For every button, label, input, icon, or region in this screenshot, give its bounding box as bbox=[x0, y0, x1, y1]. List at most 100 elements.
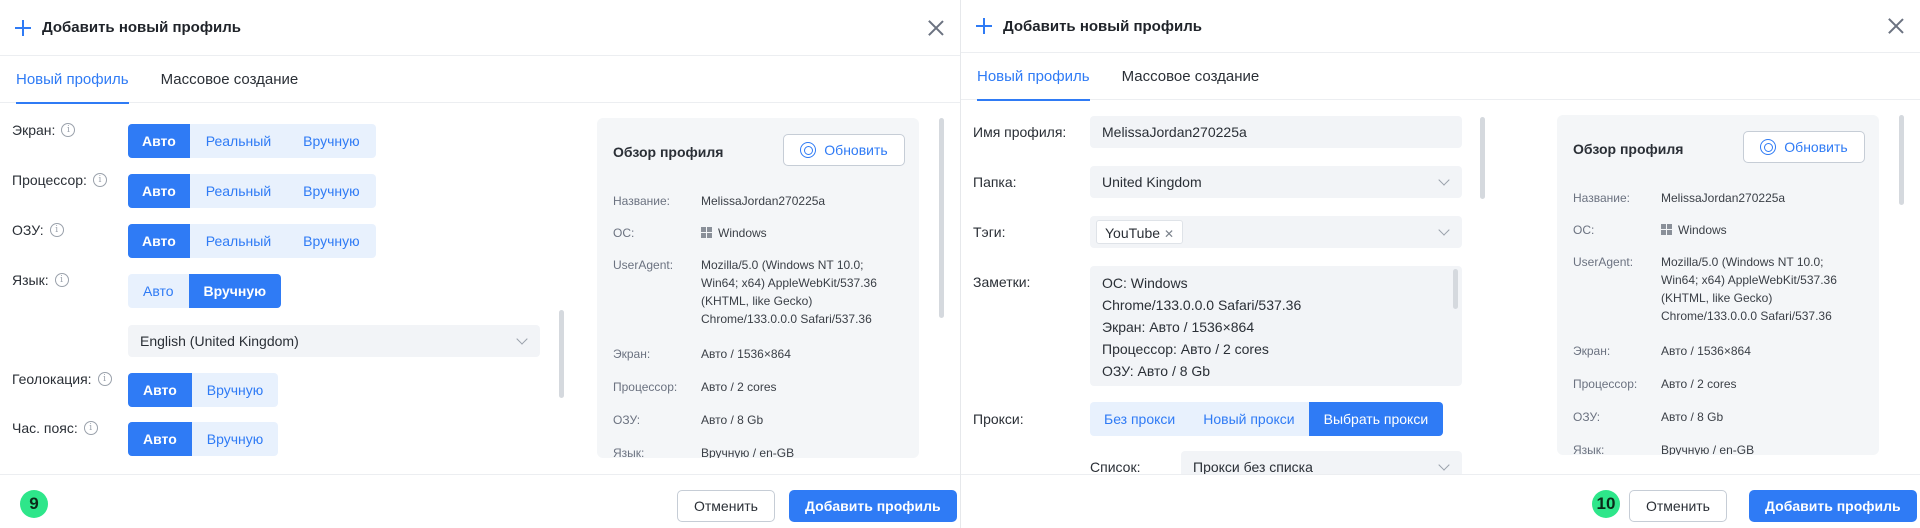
add-profile-button[interactable]: Добавить профиль bbox=[789, 490, 957, 522]
overview-value: Авто / 2 cores bbox=[701, 380, 777, 394]
refresh-button[interactable]: Обновить bbox=[783, 134, 905, 166]
ram-manual-option[interactable]: Вручную bbox=[287, 224, 376, 258]
overview-key: Процессор: bbox=[613, 380, 678, 394]
tab-bar: Новый профиль Массовое создание bbox=[0, 56, 960, 104]
close-icon[interactable] bbox=[926, 18, 946, 38]
info-icon[interactable]: i bbox=[61, 123, 76, 137]
list-label: Список: bbox=[1090, 459, 1141, 474]
proxy-list-select[interactable]: Прокси без списка bbox=[1181, 451, 1462, 474]
timezone-label: Час. пояс: bbox=[12, 420, 78, 436]
folder-select[interactable]: United Kingdom bbox=[1090, 166, 1462, 198]
tab-new-profile[interactable]: Новый профиль bbox=[16, 56, 129, 104]
info-icon[interactable]: i bbox=[92, 173, 107, 187]
language-manual-option[interactable]: Вручную bbox=[188, 274, 282, 308]
proxy-new-option[interactable]: Новый прокси bbox=[1189, 402, 1308, 436]
row-timezone: Час. пояс: i bbox=[12, 420, 98, 436]
timezone-manual-option[interactable]: Вручную bbox=[192, 422, 279, 456]
cpu-auto-option[interactable]: Авто bbox=[128, 174, 190, 208]
screen-manual-option[interactable]: Вручную bbox=[287, 124, 376, 158]
screen-real-option[interactable]: Реальный bbox=[190, 124, 287, 158]
info-icon[interactable]: i bbox=[54, 273, 69, 287]
cpu-segmented: Авто Реальный Вручную bbox=[128, 174, 376, 208]
notes-line: Chrome/133.0.0.0 Safari/537.36 bbox=[1102, 297, 1302, 313]
profile-name-input[interactable]: MelissaJordan270225a bbox=[1090, 116, 1462, 148]
proxy-none-option[interactable]: Без прокси bbox=[1090, 402, 1189, 436]
close-icon[interactable] bbox=[1886, 16, 1906, 36]
overview-key: Название: bbox=[1573, 191, 1630, 205]
tab-bulk-create[interactable]: Массовое создание bbox=[161, 56, 299, 103]
chevron-down-icon bbox=[1438, 174, 1450, 186]
overview-key: UserAgent: bbox=[1573, 255, 1634, 269]
remove-tag-icon[interactable]: ✕ bbox=[1164, 227, 1174, 241]
cancel-button[interactable]: Отменить bbox=[1629, 490, 1727, 522]
ram-auto-option[interactable]: Авто bbox=[128, 224, 190, 258]
screen-segmented: Авто Реальный Вручную bbox=[128, 124, 376, 158]
folder-value: United Kingdom bbox=[1102, 174, 1202, 190]
cpu-real-option[interactable]: Реальный bbox=[190, 174, 287, 208]
proxy-label: Прокси: bbox=[973, 411, 1024, 427]
geolocation-manual-option[interactable]: Вручную bbox=[192, 373, 279, 407]
add-profile-button[interactable]: Добавить профиль bbox=[1749, 490, 1917, 522]
timezone-segmented: Авто Вручную bbox=[128, 422, 279, 456]
overview-value: Вручную / en-GB bbox=[701, 446, 795, 458]
overview-title: Обзор профиля bbox=[613, 144, 724, 160]
overview-value: Вручную / en-GB bbox=[1661, 443, 1755, 455]
notes-scrollbar[interactable] bbox=[1453, 269, 1458, 309]
dialog-title: Добавить новый профиль bbox=[1003, 17, 1202, 35]
ram-segmented: Авто Реальный Вручную bbox=[128, 224, 376, 258]
overview-key: Экран: bbox=[1573, 344, 1611, 358]
step-badge: 9 bbox=[20, 490, 48, 518]
plus-icon bbox=[975, 17, 993, 35]
overview-value: Авто / 8 Gb bbox=[1661, 410, 1724, 424]
chevron-down-icon bbox=[1438, 459, 1450, 471]
row-screen: Экран: i bbox=[12, 122, 76, 138]
notes-label: Заметки: bbox=[973, 274, 1031, 290]
notes-textarea[interactable]: ОС: Windows Chrome/133.0.0.0 Safari/537.… bbox=[1090, 266, 1462, 386]
profile-name-label: Имя профиля: bbox=[973, 124, 1067, 140]
overview-key: ОС: bbox=[613, 226, 635, 240]
plus-icon bbox=[14, 19, 32, 37]
tags-select[interactable]: YouTube ✕ bbox=[1090, 216, 1462, 248]
overview-key: Экран: bbox=[613, 347, 651, 361]
chevron-down-icon bbox=[516, 333, 528, 345]
overview-key: Название: bbox=[613, 194, 670, 208]
language-select[interactable]: English (United Kingdom) bbox=[128, 325, 540, 357]
dialog-header: Добавить новый профиль bbox=[0, 0, 960, 56]
chevron-down-icon bbox=[1438, 224, 1450, 236]
tab-bulk-create[interactable]: Массовое создание bbox=[1122, 53, 1260, 100]
overview-value: Mozilla/5.0 (Windows NT 10.0; Win64; x64… bbox=[1661, 255, 1837, 323]
proxy-choose-option[interactable]: Выбрать прокси bbox=[1308, 402, 1444, 436]
ram-real-option[interactable]: Реальный bbox=[190, 224, 287, 258]
cpu-manual-option[interactable]: Вручную bbox=[287, 174, 376, 208]
info-icon[interactable]: i bbox=[97, 372, 112, 386]
overview-scrollbar[interactable] bbox=[939, 118, 944, 318]
refresh-label: Обновить bbox=[824, 142, 888, 158]
timezone-auto-option[interactable]: Авто bbox=[128, 422, 192, 456]
refresh-button[interactable]: Обновить bbox=[1743, 131, 1865, 163]
tab-new-profile[interactable]: Новый профиль bbox=[977, 53, 1090, 101]
cancel-button[interactable]: Отменить bbox=[677, 490, 775, 522]
overview-value: Авто / 1536×864 bbox=[1661, 344, 1751, 358]
proxy-list-value: Прокси без списка bbox=[1193, 459, 1313, 474]
geolocation-auto-option[interactable]: Авто bbox=[128, 373, 192, 407]
form-scrollbar[interactable] bbox=[1480, 117, 1485, 199]
screen-auto-option[interactable]: Авто bbox=[128, 124, 190, 158]
language-auto-option[interactable]: Авто bbox=[128, 274, 189, 308]
info-icon[interactable]: i bbox=[83, 421, 98, 435]
folder-label: Папка: bbox=[973, 174, 1017, 190]
overview-scrollbar[interactable] bbox=[1899, 115, 1904, 205]
geolocation-label: Геолокация: bbox=[12, 371, 92, 387]
info-icon[interactable]: i bbox=[49, 223, 64, 237]
windows-icon bbox=[1661, 224, 1672, 235]
notes-line: Процессор: Авто / 2 cores bbox=[1102, 341, 1269, 357]
dialog-footer: 10 Отменить Добавить профиль bbox=[961, 474, 1920, 528]
tab-bar: Новый профиль Массовое создание bbox=[961, 53, 1920, 101]
overview-key: ОЗУ: bbox=[1573, 410, 1601, 424]
profile-overview: Обзор профиля Обновить Название: Melissa… bbox=[597, 118, 919, 458]
form-scrollbar[interactable] bbox=[559, 310, 564, 398]
overview-os-value: Windows bbox=[701, 224, 901, 242]
row-cpu: Процессор: i bbox=[12, 172, 107, 188]
dialog-footer: 9 Отменить Добавить профиль bbox=[0, 474, 960, 528]
overview-title: Обзор профиля bbox=[1573, 141, 1684, 157]
step-badge: 10 bbox=[1592, 490, 1620, 518]
